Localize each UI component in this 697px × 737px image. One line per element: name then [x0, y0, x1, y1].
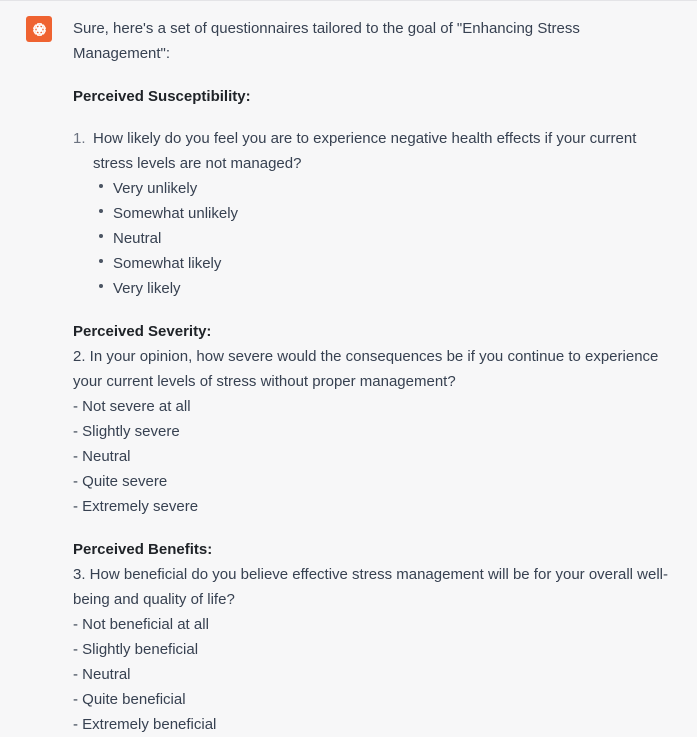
section-heading-benefits: Perceived Benefits:	[73, 541, 213, 558]
section-heading-severity: Perceived Severity:	[73, 323, 212, 340]
question-text: 3. How beneficial do you believe effecti…	[73, 566, 669, 608]
question-text: How likely do you feel you are to experi…	[93, 130, 637, 172]
assistant-avatar	[26, 16, 52, 42]
answer-option: Very likely	[93, 276, 673, 301]
question-list: 1. How likely do you feel you are to exp…	[73, 126, 673, 301]
answer-options: Very unlikely Somewhat unlikely Neutral …	[93, 176, 673, 301]
answer-option: Somewhat unlikely	[93, 201, 673, 226]
answer-option: - Quite severe	[73, 473, 168, 490]
message-intro: Sure, here's a set of questionnaires tai…	[73, 20, 580, 62]
section-heading-susceptibility: Perceived Susceptibility:	[73, 88, 251, 105]
answer-option: Somewhat likely	[93, 251, 673, 276]
question-number: 1.	[73, 130, 86, 147]
answer-option: - Not beneficial at all	[73, 616, 209, 633]
answer-option: - Extremely severe	[73, 498, 199, 515]
question-text: 2. In your opinion, how severe would the…	[73, 348, 659, 390]
assistant-message: Sure, here's a set of questionnaires tai…	[73, 16, 673, 737]
answer-option: - Slightly severe	[73, 423, 180, 440]
answer-option: Very unlikely	[93, 176, 673, 201]
answer-option: - Not severe at all	[73, 398, 191, 415]
answer-option: - Neutral	[73, 666, 131, 683]
answer-option: - Extremely beneficial	[73, 716, 217, 733]
question-item: 1. How likely do you feel you are to exp…	[73, 126, 673, 301]
answer-option: - Quite beneficial	[73, 691, 186, 708]
answer-option: Neutral	[93, 226, 673, 251]
answer-option: - Slightly beneficial	[73, 641, 199, 658]
openai-logo-icon	[32, 22, 46, 36]
answer-option: - Neutral	[73, 448, 131, 465]
